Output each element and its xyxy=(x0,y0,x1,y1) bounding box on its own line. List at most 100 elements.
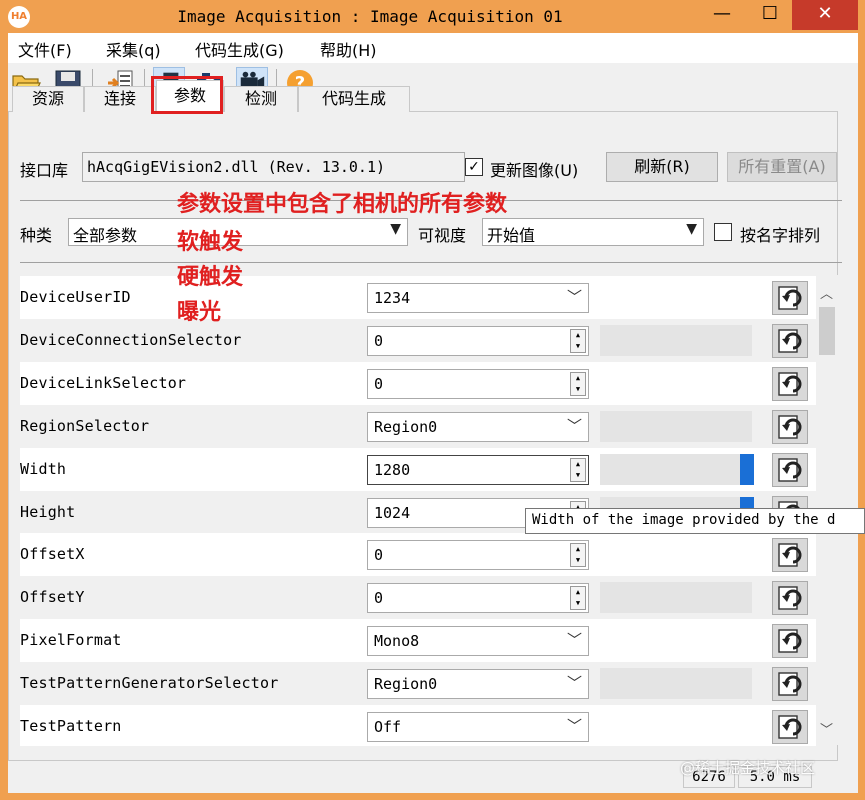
interface-library-field: hAcqGigEVision2.dll (Rev. 13.0.1) xyxy=(82,152,465,182)
value-spinbox[interactable]: 0 ▲ ▼ xyxy=(367,583,589,614)
parameter-value: 1280 xyxy=(374,460,411,479)
tab-resources[interactable]: 资源 xyxy=(12,86,84,112)
parameter-value: 0 xyxy=(374,589,384,608)
parameter-value: Region0 xyxy=(374,417,438,436)
menu-file[interactable]: 文件(F) xyxy=(18,37,72,61)
value-dropdown[interactable]: Off ﹀ xyxy=(367,712,589,742)
sort-by-name-label: 按名字排列 xyxy=(740,226,821,245)
parameter-name: OffsetY xyxy=(20,588,85,607)
parameter-value: 1024 xyxy=(374,503,411,522)
annotation-line: 曝光 xyxy=(177,300,222,325)
scrollbar-thumb[interactable] xyxy=(819,307,835,355)
value-spinbox[interactable]: 0 ▲ ▼ xyxy=(367,325,589,356)
annotation-line: 软触发 xyxy=(177,230,244,255)
table-row: TestPattern Off ﹀ xyxy=(20,705,816,746)
title-bar[interactable]: HA Image Acquisition : Image Acquisition… xyxy=(0,0,865,33)
maximize-button[interactable]: ☐ xyxy=(748,0,792,30)
menu-help[interactable]: 帮助(H) xyxy=(320,37,377,61)
menu-acquire[interactable]: 采集(q) xyxy=(106,37,161,61)
category-value: 全部参数 xyxy=(73,226,138,245)
tab-highlight-box xyxy=(151,76,223,114)
menu-codegen[interactable]: 代码生成(G) xyxy=(195,37,284,61)
reset-all-button[interactable]: 所有重置(A) xyxy=(727,152,837,182)
spin-arrows-icon[interactable]: ▲▼ xyxy=(570,586,586,611)
tab-inspection[interactable]: 检测 xyxy=(224,86,298,112)
refresh-button[interactable]: 刷新(R) xyxy=(606,152,718,182)
value-dropdown[interactable]: Region0 ﹀ xyxy=(367,669,589,700)
parameter-value: 1234 xyxy=(374,289,411,307)
spin-arrows-icon[interactable]: ▲▼ xyxy=(570,543,586,568)
slider-area xyxy=(600,539,752,571)
value-slider[interactable] xyxy=(600,453,754,485)
scroll-up-icon[interactable]: ︿ xyxy=(820,283,833,302)
parameter-name: DeviceConnectionSelector xyxy=(20,330,242,349)
chevron-down-icon[interactable]: ﹀ xyxy=(567,715,582,736)
parameter-value: 0 xyxy=(374,331,384,350)
slider-area xyxy=(600,625,752,657)
reset-parameter-icon[interactable] xyxy=(772,452,808,487)
app-window: HA Image Acquisition : Image Acquisition… xyxy=(0,0,865,800)
chevron-down-icon[interactable]: ﹀ xyxy=(567,286,582,307)
parameter-name: Width xyxy=(20,459,67,478)
close-button[interactable]: ✕ xyxy=(792,0,858,30)
reset-parameter-icon[interactable] xyxy=(772,366,808,401)
value-spinbox[interactable]: 0 ▲ ▼ xyxy=(367,540,589,571)
slider-area xyxy=(600,582,752,614)
parameter-value: 0 xyxy=(374,546,384,565)
annotation-line: 参数设置中包含了相机的所有参数 xyxy=(177,192,508,217)
value-dropdown[interactable]: Region0 ﹀ xyxy=(367,411,589,442)
visibility-label: 可视度 xyxy=(418,226,467,245)
slider-area xyxy=(600,711,752,742)
spin-arrows-icon[interactable]: ▲▼ xyxy=(570,457,586,482)
parameter-value: Mono8 xyxy=(374,632,420,651)
parameter-name: OffsetX xyxy=(20,545,85,564)
chevron-down-icon[interactable]: ﹀ xyxy=(567,415,582,436)
parameter-name: DeviceUserID xyxy=(20,288,131,306)
reset-parameter-icon[interactable] xyxy=(772,538,808,573)
window-title: Image Acquisition : Image Acquisition 01 xyxy=(177,7,563,26)
table-row: Width 1280 ▲ ▼ xyxy=(20,447,816,491)
parameter-name: TestPatternGeneratorSelector xyxy=(20,674,279,693)
value-dropdown[interactable]: 1234 ﹀ xyxy=(367,283,589,313)
reset-parameter-icon[interactable] xyxy=(772,323,808,358)
tab-codegen[interactable]: 代码生成 xyxy=(298,86,410,112)
table-row: TestPatternGeneratorSelector Region0 ﹀ xyxy=(20,662,816,706)
parameter-name: RegionSelector xyxy=(20,416,150,435)
slider-thumb[interactable] xyxy=(740,453,754,485)
table-row: DeviceUserID 1234 ﹀ xyxy=(20,276,816,319)
reset-parameter-icon[interactable] xyxy=(772,581,808,616)
parameter-name: PixelFormat xyxy=(20,631,122,650)
watermark: @稀土掘金技术社区 xyxy=(680,759,816,777)
chevron-down-icon[interactable]: ﹀ xyxy=(567,629,582,650)
update-image-checkbox[interactable]: ✓ xyxy=(465,158,483,176)
minimize-button[interactable]: — xyxy=(700,0,744,30)
slider-area xyxy=(600,668,752,700)
scroll-down-icon[interactable]: ﹀ xyxy=(820,719,833,738)
parameter-value: Off xyxy=(374,718,402,736)
parameter-value: 0 xyxy=(374,374,384,393)
spin-arrows-icon[interactable]: ▲▼ xyxy=(570,371,586,396)
reset-parameter-icon[interactable] xyxy=(772,710,808,744)
table-row: PixelFormat Mono8 ﹀ xyxy=(20,619,816,663)
value-spinbox[interactable]: 1280 ▲ ▼ xyxy=(367,454,589,485)
table-row: OffsetX 0 ▲ ▼ xyxy=(20,533,816,577)
value-spinbox[interactable]: 0 ▲ ▼ xyxy=(367,368,589,399)
spin-arrows-icon[interactable]: ▲▼ xyxy=(570,328,586,353)
reset-parameter-icon[interactable] xyxy=(772,409,808,444)
reset-parameter-icon[interactable] xyxy=(772,667,808,702)
reset-parameter-icon[interactable] xyxy=(772,624,808,659)
table-row: OffsetY 0 ▲ ▼ xyxy=(20,576,816,620)
annotation-line: 硬触发 xyxy=(177,265,244,290)
value-dropdown[interactable]: Mono8 ﹀ xyxy=(367,626,589,657)
interface-library-label: 接口库 xyxy=(20,161,69,180)
tab-connection[interactable]: 连接 xyxy=(84,86,156,112)
chevron-down-icon: ▼ xyxy=(686,221,697,237)
sort-by-name-checkbox[interactable] xyxy=(714,223,732,241)
slider-area xyxy=(600,410,752,442)
parameter-name: DeviceLinkSelector xyxy=(20,373,187,392)
table-row: DeviceLinkSelector 0 ▲ ▼ xyxy=(20,361,816,405)
chevron-down-icon[interactable]: ﹀ xyxy=(567,672,582,693)
parameter-name: TestPattern xyxy=(20,717,122,735)
visibility-select[interactable]: 开始值 ▼ xyxy=(482,218,704,246)
reset-parameter-icon[interactable] xyxy=(772,281,808,315)
